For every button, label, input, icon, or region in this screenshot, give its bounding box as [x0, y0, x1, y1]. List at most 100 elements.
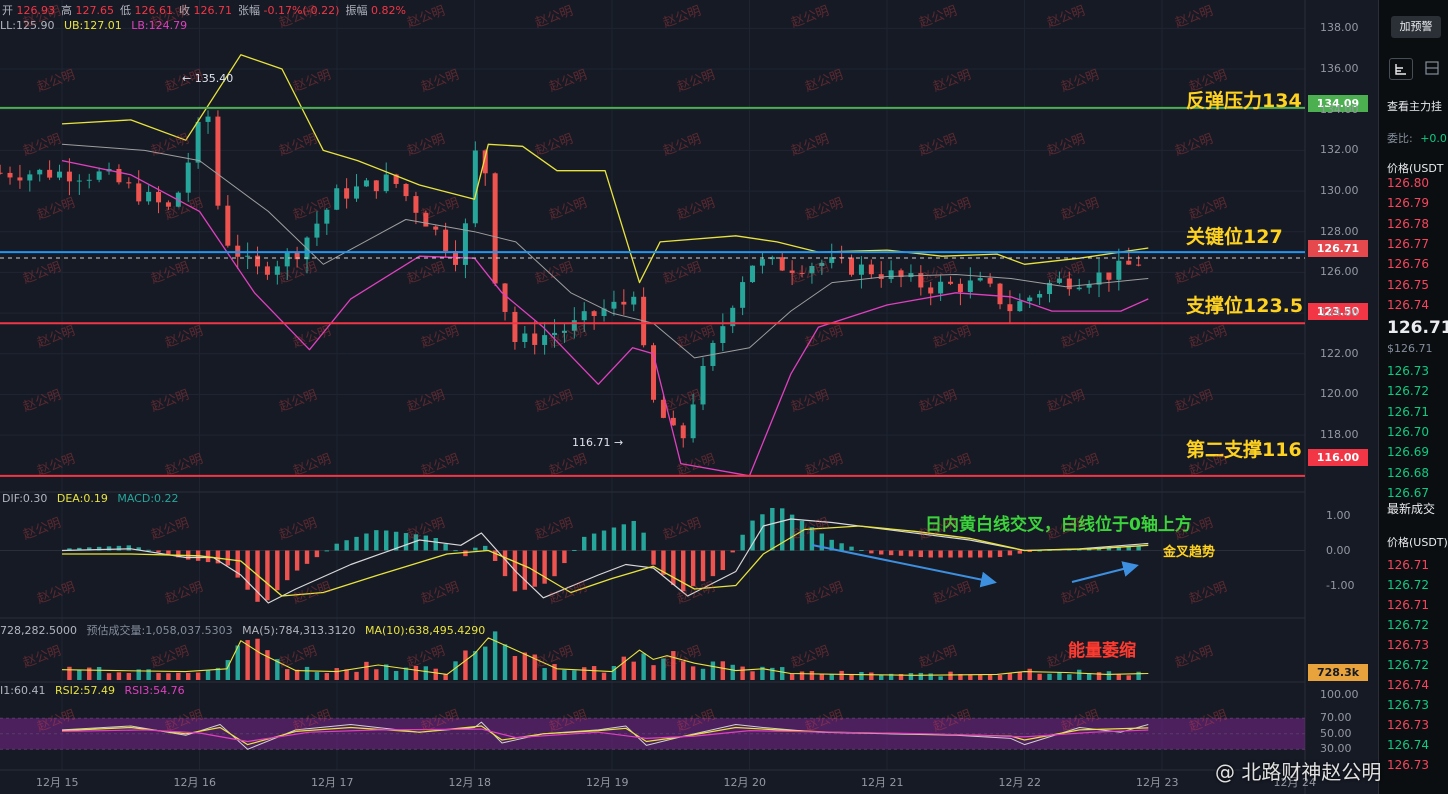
- ask-price[interactable]: 126.78: [1387, 217, 1429, 231]
- trade-price[interactable]: 126.73: [1387, 718, 1429, 732]
- macd-bar: [928, 550, 933, 558]
- candle-body: [809, 266, 815, 274]
- candle-body: [324, 209, 330, 224]
- macd-bar: [314, 550, 320, 558]
- candle-body: [264, 266, 270, 275]
- bid-price[interactable]: 126.68: [1387, 466, 1429, 480]
- candle-body: [819, 262, 825, 267]
- trade-price[interactable]: 126.73: [1387, 638, 1429, 652]
- volume-bar: [156, 673, 161, 680]
- macd-bar: [156, 550, 161, 553]
- candle-body: [908, 273, 914, 278]
- trade-price[interactable]: 126.73: [1387, 698, 1429, 712]
- candle-body: [789, 270, 795, 273]
- candle-body: [581, 311, 587, 321]
- bid-price[interactable]: 126.71: [1387, 405, 1429, 419]
- volume-bar: [918, 672, 924, 680]
- volume-bar: [364, 661, 369, 680]
- trade-price[interactable]: 126.74: [1387, 678, 1429, 692]
- candle-body: [561, 330, 567, 333]
- high-marker: ← 135.40: [182, 72, 234, 85]
- ask-price[interactable]: 126.74: [1387, 298, 1429, 312]
- price-axis-label: 120.00: [1320, 387, 1359, 401]
- trade-price[interactable]: 126.73: [1387, 758, 1429, 772]
- volume-bar: [413, 665, 419, 680]
- candle-body: [373, 180, 379, 192]
- volume-bar: [463, 650, 468, 680]
- trade-price[interactable]: 126.71: [1387, 598, 1429, 612]
- candle-body: [1116, 260, 1122, 280]
- macd-axis-label: 1.00: [1326, 508, 1351, 522]
- macd-bar: [354, 536, 359, 551]
- trade-price[interactable]: 126.74: [1387, 738, 1429, 752]
- macd-bar: [938, 550, 943, 558]
- macd-bar: [344, 540, 349, 551]
- price-axis-label: 122.00: [1320, 346, 1359, 360]
- candle-body: [977, 278, 983, 281]
- volume-bar: [522, 652, 528, 680]
- volume-bar: [285, 669, 290, 680]
- trade-price[interactable]: 126.72: [1387, 618, 1429, 632]
- candle-body: [997, 283, 1003, 305]
- volume-bar: [1027, 668, 1032, 680]
- layout-icon[interactable]: [1389, 58, 1413, 80]
- volume-bar: [255, 638, 260, 680]
- ohlc-header: 开 126.93 高 127.65 低 126.61 收 126.71 张幅 -0.17…: [2, 2, 412, 18]
- candle-body: [552, 332, 558, 336]
- rsi-axis-label: 70.00: [1320, 711, 1352, 725]
- candle-body: [344, 188, 350, 199]
- bid-price[interactable]: 126.67: [1387, 486, 1429, 500]
- predicted-volume: 预估成交量:1,058,037.5303: [86, 624, 233, 637]
- bid-price[interactable]: 126.72: [1387, 384, 1429, 398]
- bid-price[interactable]: 126.70: [1387, 425, 1429, 439]
- candle-body: [66, 171, 72, 182]
- rsi-axis-label: 100.00: [1320, 688, 1359, 701]
- candle-body: [47, 169, 53, 178]
- volume-bar: [195, 672, 201, 680]
- price-axis-label: 128.00: [1320, 224, 1359, 238]
- ask-price[interactable]: 126.77: [1387, 237, 1429, 251]
- trade-price[interactable]: 126.72: [1387, 658, 1429, 672]
- bb-ll-value: LL:125.90: [0, 19, 55, 32]
- ratio-label: 委比:: [1387, 132, 1413, 145]
- last-price-usd: $126.71: [1387, 342, 1433, 355]
- volume-bar: [621, 656, 627, 680]
- chart-canvas[interactable]: [0, 0, 1378, 794]
- trade-price[interactable]: 126.71: [1387, 558, 1429, 572]
- volume-bar: [1126, 675, 1131, 680]
- candles: [0, 110, 1142, 448]
- volume-bar: [859, 671, 864, 680]
- ask-price[interactable]: 126.76: [1387, 257, 1429, 271]
- price-axis-label: 138.00: [1320, 21, 1359, 35]
- add-alert-button[interactable]: 加预警: [1391, 16, 1441, 38]
- candle-body: [403, 183, 409, 197]
- macd-bar: [681, 550, 686, 592]
- main-orders-link[interactable]: 查看主力挂: [1387, 98, 1442, 114]
- volume-bar: [750, 671, 755, 680]
- volume-bar: [512, 656, 518, 680]
- ohlc-label: 低: [120, 4, 135, 17]
- macd-bar: [146, 549, 151, 551]
- volume-bar: [651, 665, 656, 680]
- macd-bar: [334, 543, 339, 551]
- ask-price[interactable]: 126.75: [1387, 278, 1429, 292]
- split-view-icon[interactable]: [1421, 58, 1443, 78]
- candle-body: [532, 333, 538, 345]
- bid-price[interactable]: 126.73: [1387, 364, 1429, 378]
- ohlc-value: 0.82%: [370, 4, 406, 17]
- ask-price[interactable]: 126.79: [1387, 196, 1429, 210]
- bid-price[interactable]: 126.69: [1387, 445, 1429, 459]
- ask-price[interactable]: 126.80: [1387, 176, 1429, 190]
- rsi-axis-label: 30.00: [1320, 742, 1352, 756]
- macd-bar: [879, 550, 884, 555]
- candle-body: [205, 116, 211, 122]
- volume-bar: [879, 674, 884, 680]
- candle-body: [195, 121, 201, 163]
- macd-bar: [621, 524, 627, 551]
- candle-body: [1066, 278, 1072, 290]
- candle-body: [0, 172, 3, 174]
- trade-price[interactable]: 126.72: [1387, 578, 1429, 592]
- candle-body: [799, 272, 805, 274]
- volume-bar: [492, 631, 498, 680]
- volume-note-annotation: 能量萎缩: [1068, 641, 1136, 661]
